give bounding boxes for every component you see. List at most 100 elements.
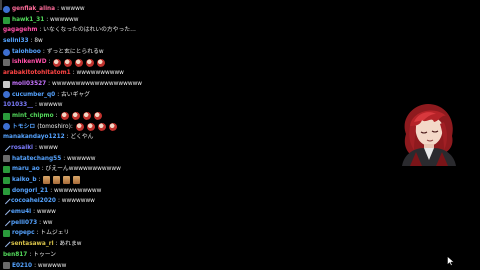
chat-message: E0210: wwwwww <box>3 261 333 270</box>
chat-username[interactable]: genflak_alina <box>12 4 55 15</box>
emote-icon <box>86 58 95 67</box>
chat-username[interactable]: sentasawa_rl <box>11 239 54 250</box>
chat-text: (tomoshiro): <box>37 123 73 130</box>
chat-text: : wwww <box>33 209 56 216</box>
chat-text: : wwwwwwwwww <box>72 70 124 77</box>
chat-username[interactable]: pelli073 <box>11 218 37 229</box>
emote-icon <box>43 176 51 185</box>
chat-username[interactable]: mint_chipmo <box>12 111 54 122</box>
mod-badge-icon <box>3 16 10 24</box>
mouse-cursor-icon <box>447 256 455 266</box>
chat-text: : wwwww <box>57 6 85 12</box>
chat-message: mint_chipmo: <box>3 111 333 122</box>
chat-username[interactable]: arabakitotohitatom1 <box>3 68 71 79</box>
chat-message: cucumber_q0: 古いギャグ <box>3 90 333 101</box>
chat-text: : wwwwww <box>46 16 79 23</box>
chat-text: : wwwwwww <box>57 198 95 205</box>
chat-username[interactable]: kaiko_b <box>12 175 36 186</box>
scroll-indicator <box>0 0 2 10</box>
chat-text: : <box>55 112 58 119</box>
chat-username[interactable]: cucumber_q0 <box>12 90 55 101</box>
chat-message: sentasawa_rl: あれまw <box>3 239 333 250</box>
chat-username[interactable]: maru_ao <box>12 164 40 175</box>
stream-frame: genflak_alina: wwwww hawk1_31: wwwwww gaga… <box>0 0 480 270</box>
card-badge-icon <box>3 262 10 270</box>
chat-message: manakandayo1212: どくやん <box>3 132 333 143</box>
chat-username[interactable]: ropepc <box>12 228 35 239</box>
chat-username[interactable]: taiohboo <box>12 47 41 58</box>
chat-username[interactable]: moli03527 <box>12 79 46 90</box>
chat-text: : トゥーン <box>29 251 57 258</box>
emote-icon <box>64 58 73 67</box>
mod-badge-icon <box>3 176 10 184</box>
chat-text: : wwwwww <box>34 262 67 269</box>
chat-message: pelli073: ww <box>3 218 333 229</box>
chat-message: ropepc: トムジェリ <box>3 228 333 239</box>
chat-text: : どくやん <box>66 134 94 141</box>
chat-text: : <box>48 59 51 66</box>
chat-message: ben817: トゥーン <box>3 250 333 261</box>
mod-badge-icon <box>3 112 10 120</box>
chat-username[interactable]: ishikenWD <box>12 57 47 68</box>
chat-text: : いなくなったのはれいの方やった… <box>39 27 136 34</box>
chat-username[interactable]: rosaiki <box>11 143 33 154</box>
chat-username[interactable]: manakandayo1212 <box>3 132 65 143</box>
chat-username[interactable]: dongori_21 <box>12 186 48 197</box>
chat-message: kaiko_b: <box>3 175 333 186</box>
emote-icon <box>86 122 95 131</box>
chat-text: : 8w <box>30 38 43 45</box>
chat-message: hawk1_31: wwwwww <box>3 15 333 26</box>
chat-username[interactable]: 101033__ <box>3 100 33 111</box>
emote-icon <box>75 122 84 131</box>
chat-message: moli03527: wwwwwwwwwwwwwwwwwww <box>3 79 333 90</box>
chat-username[interactable]: emu4l <box>11 207 31 218</box>
sub-badge-icon <box>3 91 10 99</box>
chat-text: : びえーんwwwwwwwwwww <box>41 166 121 173</box>
emote-icon <box>82 112 91 121</box>
chat-text: : トムジェリ <box>36 230 70 237</box>
chat-text: : wwwwwwwwwwwwwwwwwww <box>48 80 143 87</box>
sub-badge-icon <box>3 48 10 56</box>
chat-username[interactable]: gagagehm <box>3 25 37 36</box>
emote-icon <box>97 122 106 131</box>
chat-message: トモシロ (tomoshiro): <box>3 122 333 133</box>
chat-message: rosaiki: wwww <box>3 143 333 154</box>
chat-text: : <box>38 177 41 183</box>
chat-text: : wwww <box>35 144 58 151</box>
chat-message: cocoahei2020: wwwwwww <box>3 196 333 207</box>
mod-badge-icon <box>3 187 10 195</box>
emote-icon <box>73 176 81 185</box>
chat-message: 101033__: wwwww <box>3 100 333 111</box>
emote-icon <box>97 58 106 67</box>
chat-text: : wwwwww <box>63 155 96 162</box>
chat-message: selini33: 8w <box>3 36 333 47</box>
chat-text: : あれまw <box>55 241 82 248</box>
chat-text: : ずっと玄にとられるw <box>42 48 104 55</box>
card-badge-icon <box>3 59 10 67</box>
chat-username[interactable]: selini33 <box>3 36 29 47</box>
sub-badge-icon <box>3 123 10 131</box>
chat-message: emu4l: wwww <box>3 207 333 218</box>
chat-message: ishikenWD: <box>3 57 333 68</box>
chat-username[interactable]: hawk1_31 <box>12 15 44 26</box>
emote-icon <box>63 176 71 185</box>
emote-icon <box>53 58 62 67</box>
chat-message: dongori_21: wwwwwwwwww <box>3 186 333 197</box>
chat-message: gagagehm: いなくなったのはれいの方やった… <box>3 25 333 36</box>
chat-text: : 古いギャグ <box>57 91 90 98</box>
emote-icon <box>93 112 102 121</box>
chat-text: : ww <box>39 219 53 226</box>
streamer-avatar <box>402 104 456 166</box>
chat-username[interactable]: E0210 <box>12 261 32 270</box>
chat-message: maru_ao: びえーんwwwwwwwwwww <box>3 164 333 175</box>
sword-badge-icon <box>3 241 9 248</box>
chat-message: hatatechang55: wwwwww <box>3 154 333 165</box>
emote-icon <box>71 112 80 121</box>
emote-icon <box>75 58 84 67</box>
chat-username[interactable]: ben817 <box>3 250 27 261</box>
sub-badge-icon <box>3 5 10 13</box>
chat-username[interactable]: cocoahei2020 <box>11 196 56 207</box>
chat-text: : wwwwwwwwww <box>50 187 102 194</box>
chat-username[interactable]: hatatechang55 <box>12 154 61 165</box>
chat-username[interactable]: トモシロ <box>12 122 35 133</box>
